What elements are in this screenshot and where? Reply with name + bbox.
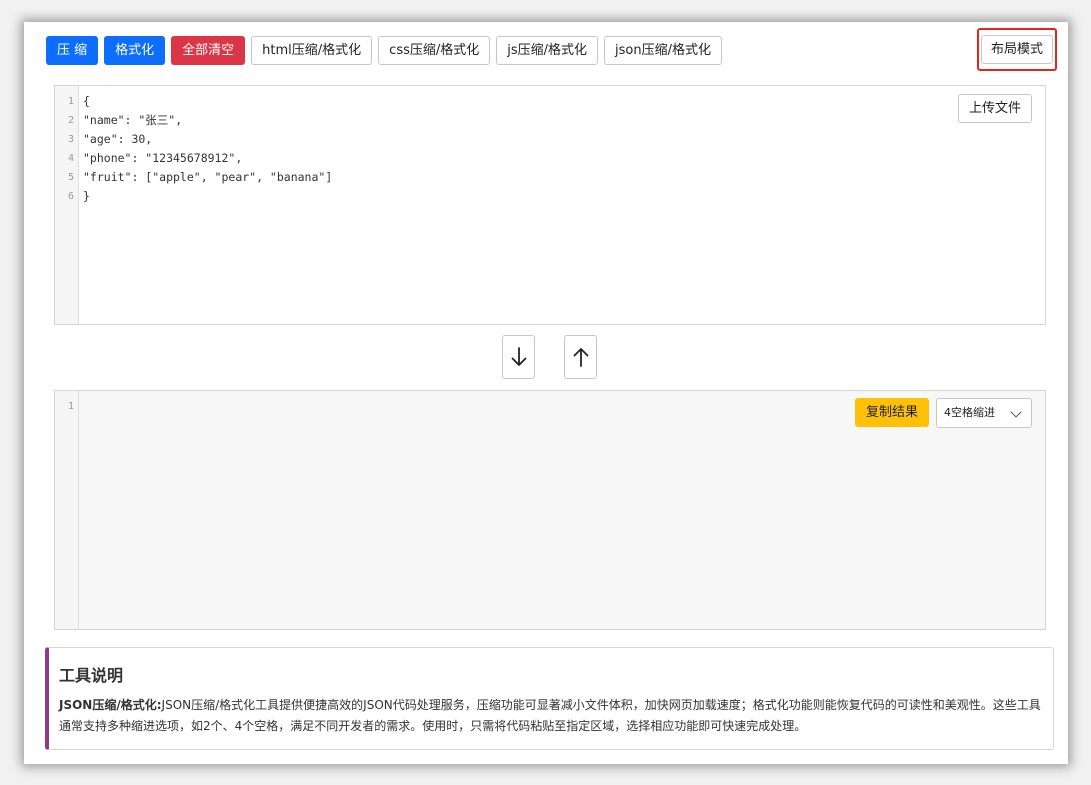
line-number: 4: [67, 153, 74, 164]
line-number: 3: [67, 134, 74, 145]
json-tool-button[interactable]: json压缩/格式化: [604, 36, 722, 65]
output-editor[interactable]: 1 复制结果 4空格缩进: [54, 390, 1046, 630]
line-number: 2: [67, 115, 74, 126]
format-button[interactable]: 格式化: [104, 36, 166, 65]
upload-file-button[interactable]: 上传文件: [957, 94, 1032, 123]
compress-button[interactable]: 压 缩: [46, 36, 99, 65]
description-heading: 工具说明: [59, 666, 124, 685]
output-line-numbers: 1: [55, 391, 79, 629]
line-number: 5: [67, 172, 74, 183]
html-tool-button[interactable]: html压缩/格式化: [251, 36, 373, 65]
indent-select[interactable]: 4空格缩进: [936, 398, 1032, 428]
code-line: }: [83, 189, 90, 203]
arrow-up-icon: [573, 348, 588, 367]
input-code[interactable]: { "name": "张三", "age": 30, "phone": "123…: [83, 92, 1035, 206]
tool-description: 工具说明 JSON压缩/格式化:JSON压缩/格式化工具提供便捷高效的JSON代…: [45, 647, 1054, 750]
chevron-down-icon: [1010, 406, 1022, 418]
layout-mode-button[interactable]: 布局模式: [980, 35, 1053, 64]
transfer-down-button[interactable]: [502, 335, 535, 379]
description-text: JSON压缩/格式化:JSON压缩/格式化工具提供便捷高效的JSON代码处理服务…: [59, 695, 1041, 737]
transfer-up-button[interactable]: [564, 335, 597, 379]
output-toolbar: 复制结果 4空格缩进: [854, 398, 1032, 428]
toolbar: 压 缩 格式化 全部清空 html压缩/格式化 css压缩/格式化 js压缩/格…: [46, 36, 722, 66]
js-tool-button[interactable]: js压缩/格式化: [496, 36, 599, 65]
code-line: "fruit": ["apple", "pear", "banana"]: [83, 170, 333, 184]
tool-panel: 压 缩 格式化 全部清空 html压缩/格式化 css压缩/格式化 js压缩/格…: [24, 22, 1068, 764]
code-line: "phone": "12345678912",: [83, 151, 243, 165]
input-editor[interactable]: 1 2 3 4 5 6 { "name": "张三", "age": 30, "…: [54, 85, 1046, 325]
indent-select-value: 4空格缩进: [944, 406, 995, 419]
copy-result-button[interactable]: 复制结果: [854, 398, 929, 427]
description-lead: JSON压缩/格式化:: [59, 698, 162, 712]
code-line: "name": "张三",: [83, 113, 183, 127]
arrow-down-icon: [511, 347, 526, 366]
line-number: 1: [67, 96, 74, 107]
css-tool-button[interactable]: css压缩/格式化: [378, 36, 491, 65]
code-line: {: [83, 94, 90, 108]
clear-all-button[interactable]: 全部清空: [171, 36, 246, 65]
input-line-numbers: 1 2 3 4 5 6: [55, 86, 79, 324]
layout-mode-highlight: 布局模式: [977, 28, 1057, 71]
description-body: JSON压缩/格式化工具提供便捷高效的JSON代码处理服务，压缩功能可显著减小文…: [59, 698, 1041, 733]
transfer-controls: [502, 335, 597, 379]
code-line: "age": 30,: [83, 132, 153, 146]
line-number: 6: [67, 191, 74, 202]
line-number: 1: [67, 401, 74, 412]
